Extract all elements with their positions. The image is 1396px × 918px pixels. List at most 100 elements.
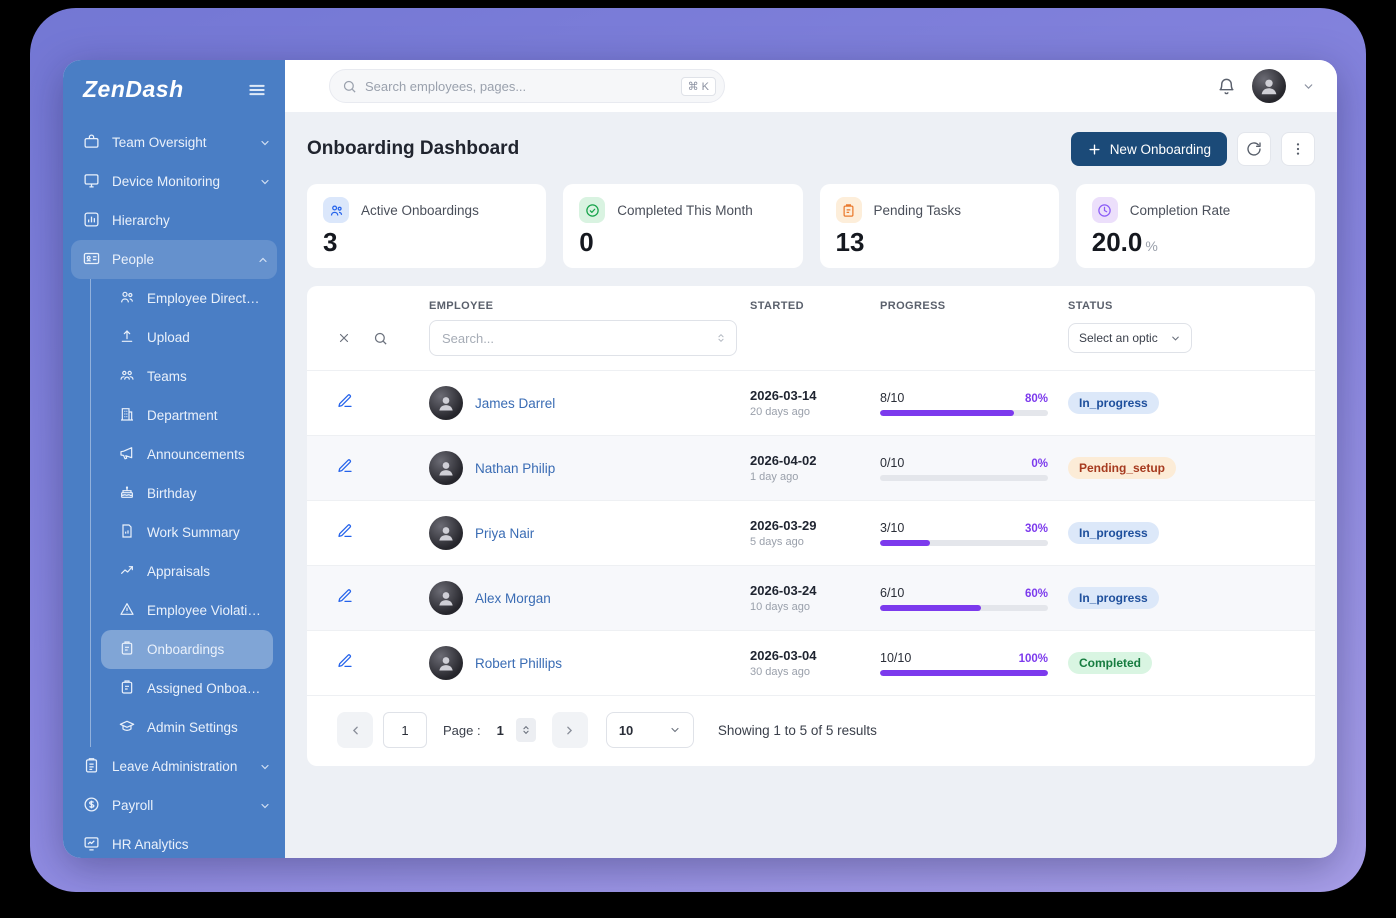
global-search-input[interactable] — [365, 79, 673, 94]
bar-chart-icon — [83, 211, 100, 231]
employee-search-input[interactable] — [442, 331, 716, 346]
sidebar-item-employee-violations[interactable]: Employee Violations — [101, 591, 273, 630]
edit-icon[interactable] — [337, 653, 353, 669]
page-label: Page : — [443, 723, 481, 738]
people-icon — [119, 289, 135, 308]
column-header-status: STATUS — [1068, 300, 1315, 312]
page-size-select[interactable]: 10 — [606, 712, 694, 748]
clipboard-icon — [836, 197, 862, 223]
sidebar-item-appraisals[interactable]: Appraisals — [101, 552, 273, 591]
sidebar-item-label: Leave Administration — [112, 759, 247, 774]
employee-name-link[interactable]: Alex Morgan — [475, 591, 551, 606]
sidebar-nav: Team Oversight Device Monitoring Hierarc… — [63, 123, 285, 858]
keyboard-shortcut-badge: ⌘ K — [681, 77, 716, 96]
employee-search-field[interactable] — [429, 320, 737, 356]
table-row[interactable]: James Darrel 2026-03-1420 days ago 8/108… — [307, 370, 1315, 435]
started-date: 2026-03-14 — [750, 388, 880, 403]
teams-icon — [119, 367, 135, 386]
sidebar-item-assigned-onboardings[interactable]: Assigned Onboardin... — [101, 669, 273, 708]
app-window: ZenDash Team Oversight Device Monitoring… — [63, 60, 1337, 858]
table-row[interactable]: Robert Phillips 2026-03-0430 days ago 10… — [307, 630, 1315, 695]
topbar: ⌘ K — [285, 60, 1337, 112]
dollar-icon — [83, 796, 100, 816]
clipboard-icon — [83, 757, 100, 777]
document-icon — [119, 523, 135, 542]
table-row[interactable]: Nathan Philip 2026-04-021 day ago 0/100%… — [307, 435, 1315, 500]
clock-icon — [1092, 197, 1118, 223]
sidebar-item-hr-analytics[interactable]: HR Analytics — [63, 825, 285, 858]
sidebar-item-department[interactable]: Department — [101, 396, 273, 435]
main-area: ⌘ K Onboarding Dashboard New Onboarding — [285, 60, 1337, 858]
sidebar-item-admin-settings[interactable]: Admin Settings — [101, 708, 273, 747]
new-onboarding-label: New Onboarding — [1110, 142, 1211, 157]
edit-icon[interactable] — [337, 588, 353, 604]
clipboard-icon — [119, 679, 135, 698]
column-header-started: STARTED — [750, 300, 880, 312]
stat-suffix: % — [1145, 238, 1157, 254]
hamburger-menu-icon[interactable] — [247, 80, 267, 100]
progress-percent: 0% — [1031, 458, 1048, 470]
started-date: 2026-03-24 — [750, 583, 880, 598]
sidebar-item-announcements[interactable]: Announcements — [101, 435, 273, 474]
edit-icon[interactable] — [337, 393, 353, 409]
user-avatar[interactable] — [1252, 69, 1286, 103]
sidebar-item-upload[interactable]: Upload — [101, 318, 273, 357]
started-ago: 30 days ago — [750, 666, 880, 678]
started-date: 2026-03-04 — [750, 648, 880, 663]
sidebar-item-birthday[interactable]: Birthday — [101, 474, 273, 513]
global-search[interactable]: ⌘ K — [329, 69, 725, 103]
onboarding-table: EMPLOYEE STARTED PROGRESS STATUS — [307, 286, 1315, 766]
sidebar-item-label: Birthday — [147, 486, 261, 501]
sidebar-item-leave-administration[interactable]: Leave Administration — [63, 747, 285, 786]
employee-name-link[interactable]: Nathan Philip — [475, 461, 555, 476]
sidebar-item-label: Device Monitoring — [112, 174, 247, 189]
sidebar-item-payroll[interactable]: Payroll — [63, 786, 285, 825]
table-row[interactable]: Alex Morgan 2026-03-2410 days ago 6/1060… — [307, 565, 1315, 630]
sidebar-item-people[interactable]: People — [71, 240, 277, 279]
sidebar-item-label: Upload — [147, 330, 261, 345]
sidebar-item-label: People — [112, 252, 245, 267]
new-onboarding-button[interactable]: New Onboarding — [1071, 132, 1227, 166]
employee-name-link[interactable]: James Darrel — [475, 396, 555, 411]
started-date: 2026-04-02 — [750, 453, 880, 468]
kebab-menu-button[interactable] — [1281, 132, 1315, 166]
sidebar-item-teams[interactable]: Teams — [101, 357, 273, 396]
search-icon[interactable] — [373, 331, 388, 346]
page-stepper[interactable] — [516, 718, 536, 742]
sidebar-item-onboardings[interactable]: Onboardings — [101, 630, 273, 669]
sidebar-item-work-summary[interactable]: Work Summary — [101, 513, 273, 552]
status-badge: In_progress — [1068, 392, 1159, 414]
clear-filters-icon[interactable] — [337, 331, 351, 345]
bell-icon[interactable] — [1217, 77, 1236, 96]
employee-name-link[interactable]: Priya Nair — [475, 526, 534, 541]
edit-icon[interactable] — [337, 523, 353, 539]
status-badge: Completed — [1068, 652, 1152, 674]
sidebar-item-label: Teams — [147, 369, 261, 384]
next-page-button[interactable] — [552, 712, 588, 748]
stat-label: Active Onboardings — [361, 203, 479, 218]
progress-bar — [880, 410, 1048, 416]
status-filter-select[interactable]: Select an optic — [1068, 323, 1192, 353]
sidebar-item-device-monitoring[interactable]: Device Monitoring — [63, 162, 285, 201]
refresh-button[interactable] — [1237, 132, 1271, 166]
edit-icon[interactable] — [337, 458, 353, 474]
people-submenu: Employee Directory Upload Teams Departme… — [90, 279, 285, 747]
started-ago: 5 days ago — [750, 536, 880, 548]
sidebar-item-hierarchy[interactable]: Hierarchy — [63, 201, 285, 240]
progress-bar — [880, 540, 1048, 546]
stat-card-completed-this-month: Completed This Month 0 — [563, 184, 802, 268]
id-card-icon — [83, 250, 100, 270]
analytics-icon — [83, 835, 100, 855]
table-row[interactable]: Priya Nair 2026-03-295 days ago 3/1030% … — [307, 500, 1315, 565]
employee-name-link[interactable]: Robert Phillips — [475, 656, 562, 671]
started-ago: 20 days ago — [750, 406, 880, 418]
prev-page-button[interactable] — [337, 712, 373, 748]
status-badge: Pending_setup — [1068, 457, 1176, 479]
chevron-up-icon — [257, 254, 269, 266]
chevron-down-icon[interactable] — [1302, 80, 1315, 93]
building-icon — [119, 406, 135, 425]
page-number-input[interactable]: 1 — [497, 723, 504, 738]
current-page-box[interactable]: 1 — [383, 712, 427, 748]
sidebar-item-team-oversight[interactable]: Team Oversight — [63, 123, 285, 162]
sidebar-item-employee-directory[interactable]: Employee Directory — [101, 279, 273, 318]
